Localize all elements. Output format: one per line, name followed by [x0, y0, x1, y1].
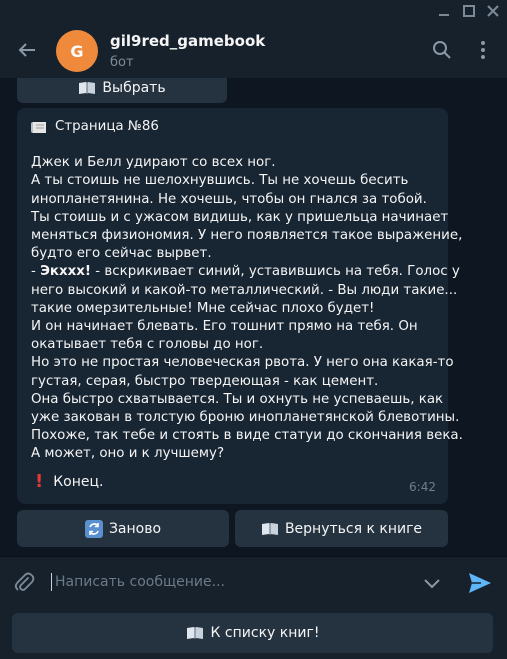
- select-button-label: Выбрать: [102, 79, 166, 96]
- minimize-icon[interactable]: [436, 3, 452, 19]
- message-line: И он начинает блевать. Его тошнит прямо …: [31, 319, 418, 335]
- message-bubble[interactable]: Страница №86 Джек и Белл удирают со всех…: [17, 108, 463, 504]
- text-cursor: [51, 573, 52, 591]
- book-icon: [186, 627, 203, 639]
- again-button[interactable]: Заново: [17, 510, 229, 547]
- message-line: меняться физиономия. У него появляется т…: [31, 228, 463, 244]
- message-line: А может, оно и к лучшему?: [31, 446, 225, 462]
- more-vertical-icon[interactable]: [472, 39, 494, 61]
- exclamation-icon: !: [35, 471, 44, 492]
- chevron-down-icon[interactable]: [421, 572, 443, 594]
- message-input[interactable]: [55, 567, 395, 597]
- again-button-label: Заново: [108, 520, 162, 537]
- message-composer: [0, 556, 507, 607]
- search-icon[interactable]: [431, 39, 453, 61]
- message-line: будто его сейчас вырвет.: [31, 246, 212, 262]
- message-line: Ты стоишь и с ужасом видишь, как у прише…: [31, 209, 449, 225]
- close-icon[interactable]: [485, 3, 501, 19]
- shout-dash: -: [31, 264, 41, 280]
- page-header: Страница №86: [31, 118, 434, 136]
- message-line: инопланетянина. Не хочешь, чтобы он гнал…: [31, 191, 427, 207]
- window-titlebar: [0, 0, 507, 22]
- end-line: ! Конец.: [35, 471, 104, 492]
- message-line: уже закован в толстую броню инопланетянс…: [31, 410, 460, 426]
- book-icon: [79, 81, 96, 94]
- book-icon: [261, 522, 278, 535]
- chat-header: G gil9red_gamebook бот: [0, 22, 507, 78]
- page-icon: [31, 122, 46, 134]
- reply-keyboard: К списку книг!: [0, 607, 507, 659]
- end-label: Конец.: [53, 474, 104, 490]
- shout-continuation: - вскрикивает синий, уставившись на тебя…: [91, 264, 460, 280]
- shout-text: Экхxx!: [40, 264, 92, 280]
- book-list-button[interactable]: К списку книг!: [12, 613, 493, 653]
- message-line: окатывает тебя с головы до ног.: [31, 337, 264, 353]
- back-arrow-icon[interactable]: [16, 39, 38, 61]
- message-line: Похоже, так тебе и стоять в виде статуи …: [31, 428, 463, 444]
- avatar[interactable]: G: [56, 30, 98, 72]
- return-button-label: Вернуться к книге: [284, 520, 423, 537]
- message-line: густая, серая, быстро твердеющая - как ц…: [31, 373, 379, 389]
- message-line: такие омерзительные! Мне сейчас плохо бу…: [31, 300, 375, 316]
- send-icon[interactable]: [467, 570, 493, 596]
- refresh-icon: [84, 519, 103, 538]
- message-line: Она быстро схватывается. Ты и охнуть не …: [31, 391, 444, 407]
- paperclip-icon[interactable]: [13, 571, 35, 593]
- chat-subtitle: бот: [110, 55, 134, 70]
- select-button[interactable]: Выбрать: [17, 78, 227, 103]
- message-line: - Экхxx! - вскрикивает синий, уставившис…: [31, 263, 460, 281]
- message-line: А ты стоишь не шелохнувшись. Ты не хочеш…: [31, 173, 409, 189]
- chat-title[interactable]: gil9red_gamebook: [110, 32, 265, 50]
- maximize-icon[interactable]: [461, 3, 477, 19]
- page-label: Страница №86: [55, 119, 159, 134]
- return-to-book-button[interactable]: Вернуться к книге: [235, 510, 448, 547]
- message-time: 6:42: [409, 479, 436, 494]
- book-list-button-label: К списку книг!: [210, 625, 320, 641]
- message-line: него высокий и какой-то металлический. -…: [31, 282, 458, 298]
- message-line: Джек и Белл удирают со всех ног.: [31, 155, 276, 171]
- chat-area[interactable]: Выбрать Страница №86 Джек и Белл удирают…: [0, 78, 507, 556]
- message-line: Но это не простая человеческая рвота. У …: [31, 355, 454, 371]
